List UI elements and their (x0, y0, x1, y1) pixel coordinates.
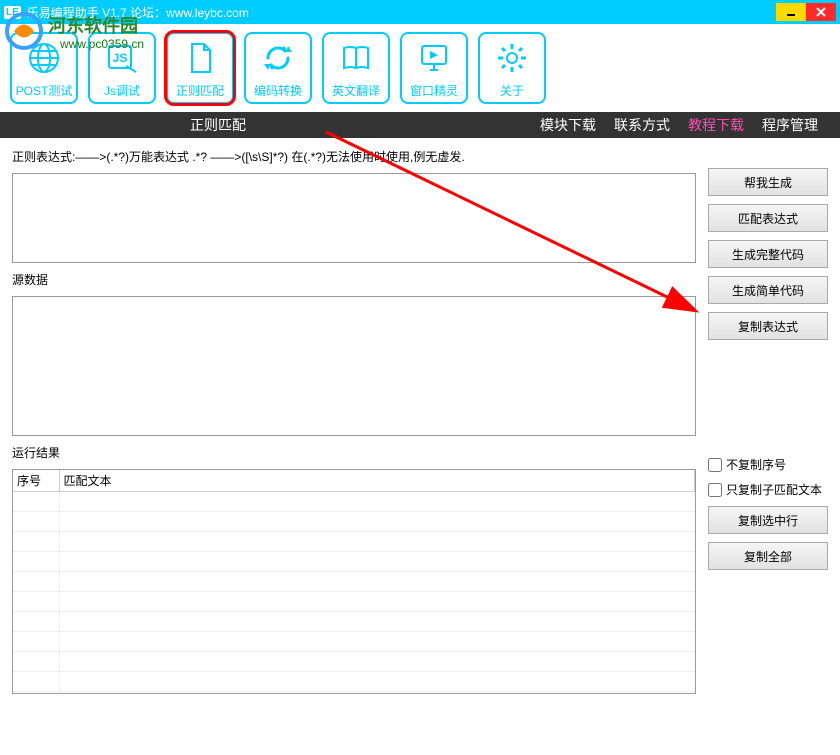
nav-bar: 正则匹配 模块下载 联系方式 教程下载 程序管理 (0, 112, 840, 138)
results-table[interactable]: 序号 匹配文本 (12, 469, 696, 694)
close-button[interactable] (806, 3, 836, 21)
table-row[interactable] (13, 612, 695, 632)
table-row[interactable] (13, 512, 695, 532)
copy-all-button[interactable]: 复制全部 (708, 542, 828, 570)
no-copy-seq-checkbox[interactable]: 不复制序号 (708, 456, 828, 473)
results-label: 运行结果 (12, 444, 696, 461)
tool-regex-match[interactable]: 正则匹配 (166, 32, 234, 104)
table-row[interactable] (13, 672, 695, 692)
nav-contact[interactable]: 联系方式 (608, 115, 676, 135)
table-row[interactable] (13, 572, 695, 592)
no-copy-seq-input[interactable] (708, 458, 722, 472)
tool-js-debug[interactable]: JS Js调试 (88, 32, 156, 104)
tool-label: 英文翻译 (332, 82, 380, 99)
minimize-icon (785, 6, 797, 18)
tool-about[interactable]: 关于 (478, 32, 546, 104)
match-expr-button[interactable]: 匹配表达式 (708, 204, 828, 232)
tool-label: 正则匹配 (176, 82, 224, 99)
col-text[interactable]: 匹配文本 (59, 470, 695, 492)
nav-module-download[interactable]: 模块下载 (534, 115, 602, 135)
gen-full-button[interactable]: 生成完整代码 (708, 240, 828, 268)
app-icon: LE (4, 6, 21, 19)
tool-label: Js调试 (104, 82, 140, 99)
refresh-icon (258, 38, 298, 78)
gen-simple-button[interactable]: 生成简单代码 (708, 276, 828, 304)
tool-label: 窗口精灵 (410, 82, 458, 99)
copy-selected-button[interactable]: 复制选中行 (708, 506, 828, 534)
source-label: 源数据 (12, 271, 696, 288)
gear-icon (492, 38, 532, 78)
close-icon (815, 6, 827, 18)
only-copy-sub-checkbox[interactable]: 只复制子匹配文本 (708, 481, 828, 498)
nav-tutorial-download[interactable]: 教程下载 (682, 115, 750, 135)
toolbar: POST测试 JS Js调试 正则匹配 编码转换 英文翻译 (0, 24, 840, 112)
document-icon (180, 38, 220, 78)
tool-post-test[interactable]: POST测试 (10, 32, 78, 104)
table-row[interactable] (13, 592, 695, 612)
copy-expr-button[interactable]: 复制表达式 (708, 312, 828, 340)
checkbox-label: 只复制子匹配文本 (726, 481, 822, 498)
minimize-button[interactable] (776, 3, 806, 21)
table-row[interactable] (13, 632, 695, 652)
titlebar: LE 乐易编程助手 V1.7 论坛：www.leybc.com (0, 0, 840, 24)
page-title: 正则匹配 (190, 115, 246, 135)
window-title: 乐易编程助手 V1.7 论坛：www.leybc.com (27, 4, 776, 21)
only-copy-sub-input[interactable] (708, 483, 722, 497)
tool-window-spirit[interactable]: 窗口精灵 (400, 32, 468, 104)
regex-input[interactable] (12, 173, 696, 263)
source-input[interactable] (12, 296, 696, 436)
svg-text:JS: JS (113, 51, 128, 65)
table-row[interactable] (13, 532, 695, 552)
help-gen-button[interactable]: 帮我生成 (708, 168, 828, 196)
table-row[interactable] (13, 652, 695, 672)
monitor-icon (414, 38, 454, 78)
table-row[interactable] (13, 552, 695, 572)
col-seq[interactable]: 序号 (13, 470, 59, 492)
tool-translate[interactable]: 英文翻译 (322, 32, 390, 104)
checkbox-label: 不复制序号 (726, 456, 786, 473)
tool-label: 编码转换 (254, 82, 302, 99)
tool-encoding[interactable]: 编码转换 (244, 32, 312, 104)
nav-program-manage[interactable]: 程序管理 (756, 115, 824, 135)
table-row[interactable] (13, 492, 695, 512)
js-icon: JS (102, 38, 142, 78)
regex-label: 正则表达式:——>(.*?)万能表达式 .*? ——>([\s\S]*?) 在(… (12, 148, 696, 165)
tool-label: POST测试 (16, 82, 73, 99)
book-icon (336, 38, 376, 78)
globe-icon (24, 38, 64, 78)
tool-label: 关于 (500, 82, 524, 99)
